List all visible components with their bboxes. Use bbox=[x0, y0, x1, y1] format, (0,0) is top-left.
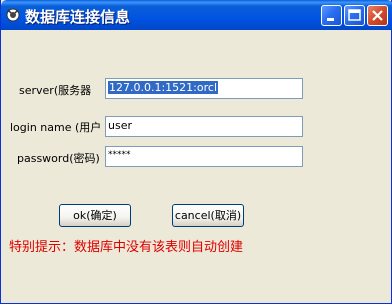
minimize-icon bbox=[327, 18, 334, 21]
login-name-input[interactable]: user bbox=[105, 116, 303, 137]
app-icon bbox=[5, 7, 21, 23]
minimize-button[interactable] bbox=[321, 5, 342, 26]
server-value: 127.0.0.1:1521:orcl bbox=[108, 81, 219, 94]
cancel-button[interactable]: cancel(取消) bbox=[172, 204, 244, 227]
password-input[interactable]: ***** bbox=[105, 146, 303, 167]
title-bar[interactable]: 数据库连接信息 bbox=[1, 0, 392, 30]
login-name-value: user bbox=[108, 119, 132, 132]
close-button[interactable] bbox=[367, 5, 388, 26]
login-name-label: login name (用户 bbox=[10, 121, 102, 134]
maximize-icon bbox=[348, 9, 361, 21]
maximize-button[interactable] bbox=[344, 5, 365, 26]
ok-button[interactable]: ok(确定) bbox=[59, 204, 131, 227]
server-input[interactable]: 127.0.0.1:1521:orcl bbox=[105, 78, 303, 99]
window-title: 数据库连接信息 bbox=[25, 8, 131, 26]
close-icon bbox=[372, 10, 383, 21]
password-value: ***** bbox=[108, 150, 131, 160]
password-label: password(密码) bbox=[17, 152, 100, 165]
server-label: server(服务器 bbox=[19, 84, 92, 97]
db-connection-window: 数据库连接信息 server(服务器 127.0.0.1:1521:orcl l… bbox=[0, 0, 392, 304]
auto-create-hint: 特别提示：数据库中没有该表则自动创建 bbox=[9, 240, 244, 255]
